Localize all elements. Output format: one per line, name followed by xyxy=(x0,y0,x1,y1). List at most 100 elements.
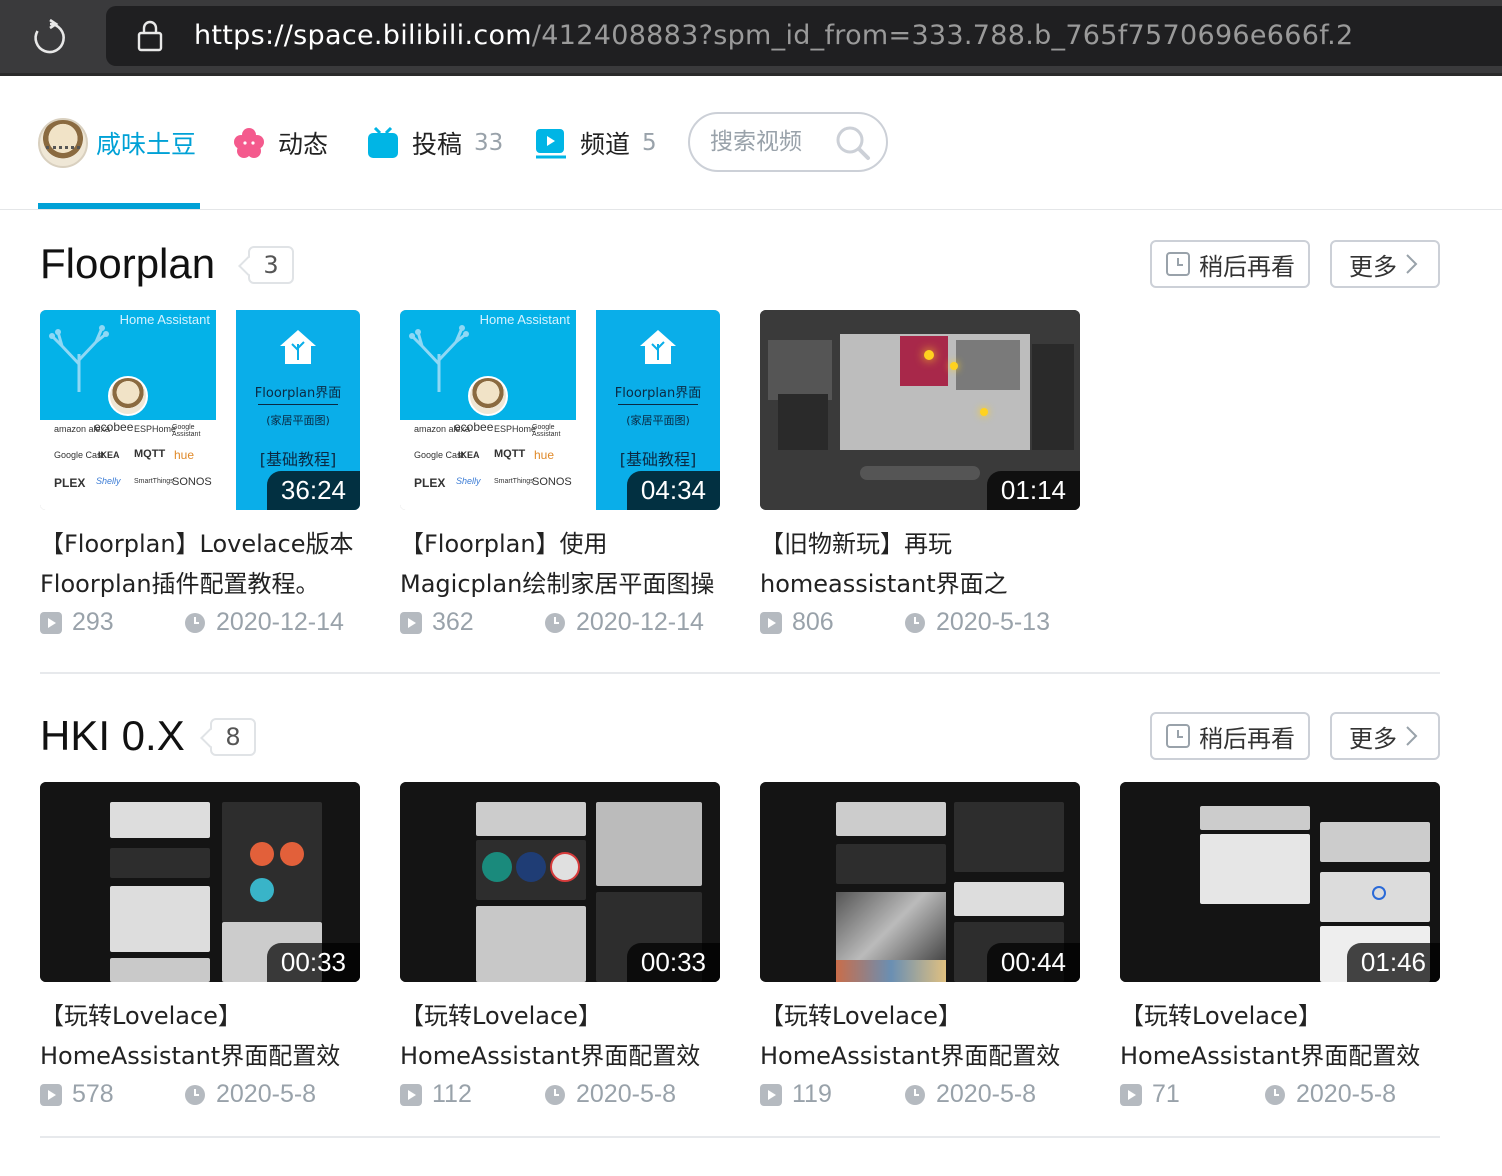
clock-icon xyxy=(1265,1085,1285,1105)
nav-channels-label: 频道 xyxy=(580,130,631,159)
video-search[interactable] xyxy=(688,112,888,172)
play-count-icon xyxy=(1120,1084,1142,1106)
video-views: 119 xyxy=(792,1080,832,1108)
video-duration: 01:14 xyxy=(986,471,1080,510)
video-meta: 112 2020-5-8 xyxy=(400,1080,720,1112)
video-meta: 71 2020-5-8 xyxy=(1120,1080,1440,1112)
url-path: /412408883?spm_id_from=333.788.b_765f757… xyxy=(531,20,1354,51)
nav-dynamic[interactable]: 动态 xyxy=(232,119,328,167)
video-duration: 01:46 xyxy=(1346,943,1440,982)
avatar xyxy=(38,118,88,168)
video-thumbnail[interactable]: 01:46 xyxy=(1120,782,1440,982)
video-title[interactable]: 【玩转Lovelace】HomeAssistant界面配置效 xyxy=(1120,996,1442,1076)
thumb-logos: amazon alexa ecobee ESPHome Google Assistan… xyxy=(400,420,576,510)
url-text: https://space.bilibili.com/412408883?spm… xyxy=(194,20,1353,51)
url-host: https://space.bilibili.com xyxy=(194,20,532,51)
clock-icon xyxy=(905,613,925,633)
video-thumbnail[interactable]: 00:33 xyxy=(400,782,720,982)
video-title[interactable]: 【Floorplan】使用Magicplan绘制家居平面图操 xyxy=(400,524,722,604)
section-divider xyxy=(40,672,1440,674)
video-title[interactable]: 【玩转Lovelace】HomeAssistant界面配置效 xyxy=(40,996,362,1076)
video-duration: 36:24 xyxy=(266,471,360,510)
video-title[interactable]: 【Floorplan】Lovelace版本Floorplan插件配置教程。 xyxy=(40,524,362,604)
thumb-avatar xyxy=(468,376,508,416)
search-input[interactable] xyxy=(710,129,830,155)
clock-icon xyxy=(1166,724,1190,748)
section-count-badge: 8 xyxy=(210,718,256,756)
thumb-line3: [基础教程] xyxy=(259,450,337,469)
clock-icon xyxy=(545,1085,565,1105)
video-thumbnail[interactable]: 00:44 xyxy=(760,782,1080,982)
search-icon[interactable] xyxy=(834,124,872,162)
video-date: 2020-5-8 xyxy=(216,1080,317,1108)
play-count-icon xyxy=(760,612,782,634)
more-button[interactable]: 更多 xyxy=(1330,712,1440,760)
nav-home[interactable]: 咸味土豆 xyxy=(38,118,197,168)
nav-submissions[interactable]: 投稿 33 xyxy=(366,119,503,167)
nav-dynamic-label: 动态 xyxy=(278,130,329,159)
video-duration: 00:33 xyxy=(266,943,360,982)
video-title[interactable]: 【旧物新玩】再玩homeassistant界面之 xyxy=(760,524,1082,604)
nav-channels-count: 5 xyxy=(642,130,657,156)
section-count-badge: 3 xyxy=(248,246,294,284)
chevron-right-icon xyxy=(1406,254,1418,274)
video-thumbnail[interactable]: Home Assistant amazon alexa ecobee ESPHome… xyxy=(40,310,360,510)
video-title[interactable]: 【玩转Lovelace】HomeAssistant界面配置效 xyxy=(400,996,722,1076)
video-thumbnail[interactable]: 01:14 xyxy=(760,310,1080,510)
browser-toolbar: https://space.bilibili.com/412408883?spm… xyxy=(0,0,1502,76)
reload-icon[interactable] xyxy=(30,18,70,58)
tv-icon xyxy=(368,126,398,158)
watch-later-button[interactable]: 稍后再看 xyxy=(1150,240,1310,288)
home-assistant-icon xyxy=(280,330,316,364)
video-views: 362 xyxy=(432,608,474,636)
video-meta: 578 2020-5-8 xyxy=(40,1080,360,1112)
video-title[interactable]: 【玩转Lovelace】HomeAssistant界面配置效 xyxy=(760,996,1082,1076)
video-date: 2020-12-14 xyxy=(576,608,704,636)
nav-channels[interactable]: 频道 5 xyxy=(534,119,657,167)
play-count-icon xyxy=(760,1084,782,1106)
section-title[interactable]: HKI 0.X xyxy=(40,712,185,760)
lock-icon xyxy=(137,20,163,52)
video-meta: 362 2020-12-14 xyxy=(400,608,720,640)
thumb-avatar xyxy=(108,376,148,416)
watch-later-button[interactable]: 稍后再看 xyxy=(1150,712,1310,760)
video-duration: 00:33 xyxy=(626,943,720,982)
video-duration: 00:44 xyxy=(986,943,1080,982)
tree-icon xyxy=(49,325,109,392)
video-date: 2020-5-13 xyxy=(936,608,1050,636)
thumb-brand: Home Assistant xyxy=(479,312,570,327)
video-thumbnail[interactable]: Home Assistant amazon alexa ecobee ESPHome… xyxy=(400,310,720,510)
video-duration: 04:34 xyxy=(626,471,720,510)
video-date: 2020-5-8 xyxy=(1296,1080,1397,1108)
thumb-line2: (家居平面图) xyxy=(626,414,690,427)
thumb-gap xyxy=(216,310,236,510)
video-thumbnail[interactable]: 00:33 xyxy=(40,782,360,982)
video-meta: 119 2020-5-8 xyxy=(760,1080,1080,1112)
thumb-divider xyxy=(618,404,698,405)
more-label: 更多 xyxy=(1349,724,1397,753)
clock-icon xyxy=(905,1085,925,1105)
thumb-line3: [基础教程] xyxy=(619,450,697,469)
play-count-icon xyxy=(400,612,422,634)
thumb-line2: (家居平面图) xyxy=(266,414,330,427)
nav-active-indicator xyxy=(38,203,200,209)
video-date: 2020-5-8 xyxy=(576,1080,677,1108)
address-bar[interactable]: https://space.bilibili.com/412408883?spm… xyxy=(106,6,1502,66)
nav-home-label: 咸味土豆 xyxy=(96,130,197,159)
thumb-line1: Floorplan界面 xyxy=(614,386,702,401)
more-button[interactable]: 更多 xyxy=(1330,240,1440,288)
play-count-icon xyxy=(40,1084,62,1106)
more-label: 更多 xyxy=(1349,252,1397,281)
tree-icon xyxy=(409,325,469,392)
section-title[interactable]: Floorplan xyxy=(40,240,215,288)
watch-later-label: 稍后再看 xyxy=(1199,252,1295,281)
thumb-divider xyxy=(258,404,338,405)
clock-icon xyxy=(545,613,565,633)
video-views: 806 xyxy=(792,608,834,636)
flower-icon xyxy=(234,128,264,158)
video-meta: 293 2020-12-14 xyxy=(40,608,360,640)
section-divider xyxy=(40,1136,1440,1138)
clock-icon xyxy=(185,613,205,633)
thumb-line1: Floorplan界面 xyxy=(254,386,342,401)
home-assistant-icon xyxy=(640,330,676,364)
